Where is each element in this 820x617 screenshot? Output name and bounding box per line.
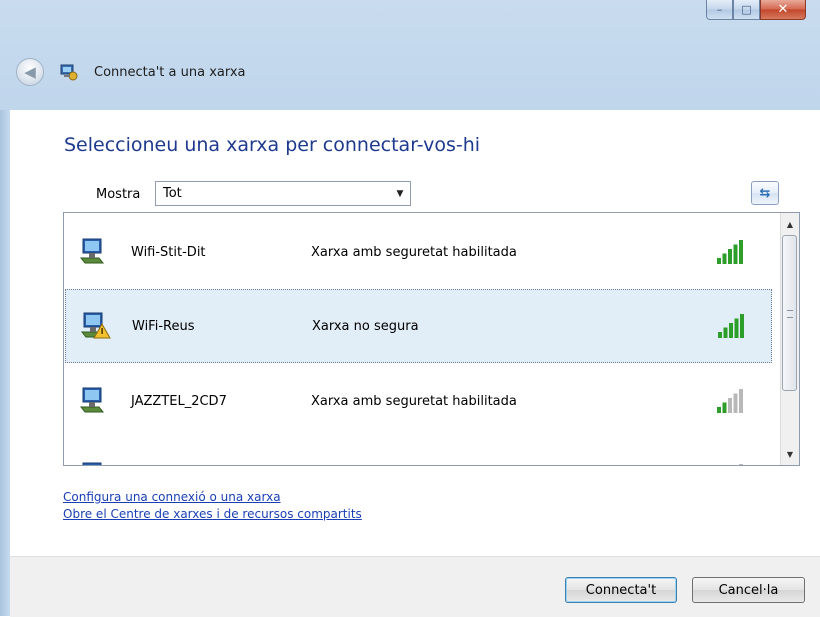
list-scrollbar[interactable]: ▲ ▼ <box>780 213 799 465</box>
signal-bar <box>729 323 733 338</box>
refresh-icon: ⇆ <box>759 185 771 201</box>
signal-bar <box>718 332 722 338</box>
window-title: Connecta't a una xarxa <box>94 64 246 80</box>
filter-selected-value: Tot <box>163 186 182 201</box>
wireless-network-icon <box>79 238 105 264</box>
signal-strength-icon <box>717 389 743 413</box>
filter-dropdown[interactable]: Tot ▼ <box>155 181 411 206</box>
dropdown-arrow-icon: ▼ <box>396 188 404 199</box>
wireless-network-icon <box>82 462 102 465</box>
network-list: Wifi-Stit-Dit Xarxa amb seguretat habilit… <box>63 212 800 466</box>
unsecured-network-icon <box>80 312 111 339</box>
network-name: Wifi-Stit-Dit <box>131 244 206 260</box>
signal-bar <box>722 402 727 413</box>
signal-bar <box>740 314 744 338</box>
network-security-status: Xarxa no segura <box>312 318 419 334</box>
minimize-button[interactable]: – <box>706 0 733 20</box>
signal-bar <box>723 327 728 338</box>
scroll-up-icon[interactable]: ▲ <box>781 215 799 233</box>
back-arrow-icon: ◀ <box>24 63 36 81</box>
signal-bar <box>722 253 727 264</box>
cancel-button[interactable]: Cancel·la <box>692 577 805 603</box>
signal-bar <box>733 393 738 413</box>
network-connect-icon <box>60 64 78 81</box>
back-button[interactable]: ◀ <box>16 58 44 86</box>
network-center-link[interactable]: Obre el Centre de xarxes i de recursos c… <box>63 506 362 523</box>
links-area: Configura una connexió o una xarxa Obre … <box>63 489 362 523</box>
network-row[interactable]: JAZZTEL_2CD7 Xarxa amb seguretat habilita… <box>65 364 772 438</box>
signal-bar <box>733 244 738 264</box>
button-bar: Connecta't Cancel·la <box>10 556 820 617</box>
signal-strength-icon <box>718 314 744 338</box>
wireless-network-icon <box>79 387 105 413</box>
maximize-button[interactable]: □ <box>733 0 760 20</box>
network-security-status: Xarxa amb seguretat habilitada <box>311 244 517 260</box>
window-left-border <box>0 110 10 616</box>
signal-strength-icon <box>739 464 743 465</box>
connect-button[interactable]: Connecta't <box>565 577 677 603</box>
signal-bar <box>739 240 743 264</box>
scrollbar-grip <box>787 310 793 318</box>
navigation-bar: ◀ Connecta't a una xarxa <box>0 52 820 92</box>
signal-bar <box>717 258 721 264</box>
signal-strength-icon <box>717 240 743 264</box>
setup-connection-link[interactable]: Configura una connexió o una xarxa <box>63 489 362 506</box>
network-name: JAZZTEL_2CD7 <box>131 393 227 409</box>
signal-bar <box>728 398 732 413</box>
signal-bar <box>739 464 743 465</box>
scrollbar-thumb[interactable] <box>782 235 797 391</box>
network-row[interactable]: Wifi-Stit-Dit Xarxa amb seguretat habilit… <box>65 215 772 289</box>
content-panel: Seleccioneu una xarxa per connectar-vos-… <box>10 110 820 556</box>
close-button[interactable]: ✕ <box>760 0 806 20</box>
network-row[interactable]: WiFi-Reus Xarxa no segura <box>65 289 772 363</box>
network-name: WiFi-Reus <box>132 318 195 334</box>
filter-label: Mostra <box>96 187 141 202</box>
signal-bar <box>734 318 739 338</box>
signal-bar <box>728 249 732 264</box>
signal-bar <box>739 389 743 413</box>
network-row[interactable] <box>65 439 772 465</box>
network-security-status: Xarxa amb seguretat habilitada <box>311 393 517 409</box>
page-heading: Seleccioneu una xarxa per connectar-vos-… <box>64 134 481 156</box>
scroll-down-icon[interactable]: ▼ <box>781 445 799 463</box>
signal-bar <box>717 407 721 413</box>
refresh-button[interactable]: ⇆ <box>751 181 779 205</box>
window-controls: – □ ✕ <box>706 0 806 22</box>
